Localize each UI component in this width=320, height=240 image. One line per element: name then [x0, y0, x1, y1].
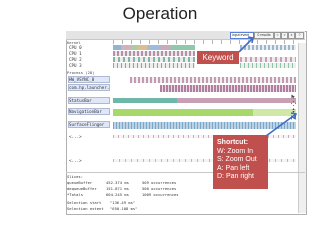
shortcut-callout-title: Shortcut:: [217, 139, 249, 146]
shortcut-line: S: Zoom Out: [217, 156, 257, 163]
shortcut-line: A: Pan left: [217, 164, 250, 172]
keyword-arrow: [238, 37, 254, 53]
shortcut-arrow: [265, 113, 297, 137]
shortcut-line: W: Zoom In: [217, 147, 254, 155]
shortcut-callout: Shortcut: W: Zoom In S: Zoom Out A: Pan …: [213, 135, 268, 189]
callout-arrows: [238, 36, 298, 137]
shortcut-line: D: Pan right: [217, 173, 254, 180]
